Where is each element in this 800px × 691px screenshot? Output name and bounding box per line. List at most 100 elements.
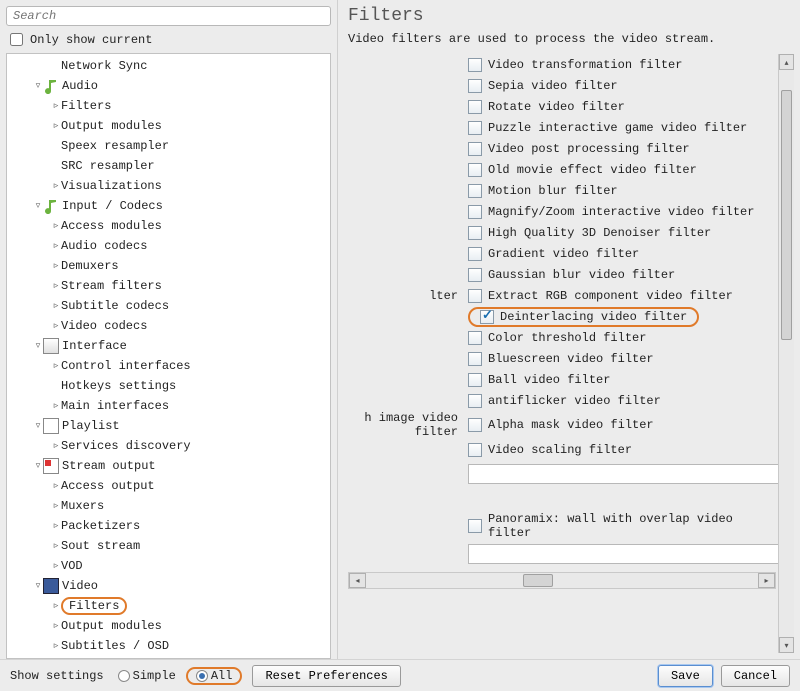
- hscroll-right-icon[interactable]: ▸: [758, 573, 775, 588]
- checkbox-icon[interactable]: [468, 289, 482, 303]
- tree-item-network-sync[interactable]: Network Sync: [7, 56, 330, 76]
- preferences-tree[interactable]: Network Sync▿Audio▹Filters▹Output module…: [6, 53, 331, 659]
- filter-checkbox-magnify-zoom-interactive-video-filter[interactable]: Magnify/Zoom interactive video filter: [468, 205, 754, 219]
- filter-checkbox-old-movie-effect-video-filter[interactable]: Old movie effect video filter: [468, 163, 697, 177]
- radio-simple[interactable]: Simple: [118, 669, 176, 683]
- checkbox-icon[interactable]: [468, 121, 482, 135]
- expander-icon[interactable]: ▿: [33, 76, 43, 96]
- tree-item-visualizations[interactable]: ▹Visualizations: [7, 176, 330, 196]
- tree-item-filters[interactable]: ▹Filters: [7, 596, 330, 616]
- tree-item-main-interfaces[interactable]: ▹Main interfaces: [7, 396, 330, 416]
- tree-item-output-modules[interactable]: ▹Output modules: [7, 116, 330, 136]
- tree-item-packetizers[interactable]: ▹Packetizers: [7, 516, 330, 536]
- checkbox-icon[interactable]: [468, 184, 482, 198]
- tree-item-stream-output[interactable]: ▿Stream output: [7, 456, 330, 476]
- filter-checkbox-gradient-video-filter[interactable]: Gradient video filter: [468, 247, 639, 261]
- tree-item-vod[interactable]: ▹VOD: [7, 556, 330, 576]
- tree-item-muxers[interactable]: ▹Muxers: [7, 496, 330, 516]
- expander-icon[interactable]: ▹: [51, 616, 61, 636]
- expander-icon[interactable]: ▹: [51, 236, 61, 256]
- checkbox-icon[interactable]: [468, 373, 482, 387]
- only-show-current-box[interactable]: [10, 33, 23, 46]
- vertical-scrollbar[interactable]: ▴ ▾: [778, 54, 794, 653]
- search-input[interactable]: [6, 6, 331, 26]
- checkbox-icon[interactable]: [468, 226, 482, 240]
- expander-icon[interactable]: ▹: [51, 476, 61, 496]
- checkbox-icon[interactable]: [468, 142, 482, 156]
- expander-icon[interactable]: ▹: [51, 116, 61, 136]
- hscroll-left-icon[interactable]: ◂: [349, 573, 366, 588]
- tree-item-video[interactable]: ▿Video: [7, 576, 330, 596]
- filter-checkbox-gaussian-blur-video-filter[interactable]: Gaussian blur video filter: [468, 268, 675, 282]
- expander-icon[interactable]: ▹: [51, 636, 61, 656]
- filter-checkbox-color-threshold-filter[interactable]: Color threshold filter: [468, 331, 646, 345]
- vscroll-down-icon[interactable]: ▾: [779, 637, 794, 653]
- radio-all-dot[interactable]: [196, 670, 208, 682]
- panoramix-checkbox[interactable]: Panoramix: wall with overlap video filte…: [468, 512, 776, 540]
- radio-all[interactable]: All: [196, 669, 233, 683]
- tree-item-subtitle-codecs[interactable]: ▹Subtitle codecs: [7, 296, 330, 316]
- expander-icon[interactable]: ▹: [51, 516, 61, 536]
- only-show-current-checkbox[interactable]: Only show current: [6, 30, 331, 49]
- checkbox-icon[interactable]: [468, 247, 482, 261]
- checkbox-icon[interactable]: [468, 352, 482, 366]
- tree-item-filters[interactable]: ▹Filters: [7, 96, 330, 116]
- filter-checkbox-extract-rgb-component-video-filter[interactable]: Extract RGB component video filter: [468, 289, 733, 303]
- checkbox-icon[interactable]: [468, 394, 482, 408]
- expander-icon[interactable]: ▹: [51, 496, 61, 516]
- expander-icon[interactable]: ▹: [51, 296, 61, 316]
- expander-icon[interactable]: ▹: [51, 216, 61, 236]
- tree-item-playlist[interactable]: ▿Playlist: [7, 416, 330, 436]
- filter-checkbox-high-quality-3d-denoiser-filter[interactable]: High Quality 3D Denoiser filter: [468, 226, 711, 240]
- expander-icon[interactable]: ▿: [33, 456, 43, 476]
- expander-icon[interactable]: ▹: [51, 316, 61, 336]
- expander-icon[interactable]: ▿: [33, 196, 43, 216]
- vscroll-thumb[interactable]: [781, 90, 792, 340]
- checkbox-icon[interactable]: [468, 418, 482, 432]
- expander-icon[interactable]: ▹: [51, 556, 61, 576]
- checkbox-icon[interactable]: [468, 58, 482, 72]
- expander-icon[interactable]: ▹: [51, 176, 61, 196]
- expander-icon[interactable]: ▹: [51, 436, 61, 456]
- filter-checkbox-puzzle-interactive-game-video-filter[interactable]: Puzzle interactive game video filter: [468, 121, 747, 135]
- expander-icon[interactable]: ▹: [51, 96, 61, 116]
- filter-checkbox-bluescreen-video-filter[interactable]: Bluescreen video filter: [468, 352, 654, 366]
- checkbox-icon[interactable]: [468, 79, 482, 93]
- tree-item-subtitles-osd[interactable]: ▹Subtitles / OSD: [7, 636, 330, 656]
- panoramix-box[interactable]: [468, 519, 482, 533]
- expander-icon[interactable]: ▹: [51, 536, 61, 556]
- tree-item-hotkeys-settings[interactable]: Hotkeys settings: [7, 376, 330, 396]
- filter-checkbox-video-post-processing-filter[interactable]: Video post processing filter: [468, 142, 690, 156]
- filter-module-input-2[interactable]: [468, 544, 794, 564]
- filter-checkbox-rotate-video-filter[interactable]: Rotate video filter: [468, 100, 625, 114]
- tree-item-input-codecs[interactable]: ▿Input / Codecs: [7, 196, 330, 216]
- checkbox-icon[interactable]: [468, 268, 482, 282]
- tree-item-sout-stream[interactable]: ▹Sout stream: [7, 536, 330, 556]
- cancel-button[interactable]: Cancel: [721, 665, 790, 687]
- tree-item-services-discovery[interactable]: ▹Services discovery: [7, 436, 330, 456]
- expander-icon[interactable]: ▹: [51, 356, 61, 376]
- filter-checkbox-antiflicker-video-filter[interactable]: antiflicker video filter: [468, 394, 661, 408]
- tree-item-video-codecs[interactable]: ▹Video codecs: [7, 316, 330, 336]
- tree-item-stream-filters[interactable]: ▹Stream filters: [7, 276, 330, 296]
- tree-item-audio-codecs[interactable]: ▹Audio codecs: [7, 236, 330, 256]
- hscroll-thumb[interactable]: [523, 574, 553, 587]
- tree-item-access-output[interactable]: ▹Access output: [7, 476, 330, 496]
- filter-checkbox-video-transformation-filter[interactable]: Video transformation filter: [468, 58, 682, 72]
- expander-icon[interactable]: ▿: [33, 336, 43, 356]
- expander-icon[interactable]: ▹: [51, 276, 61, 296]
- vscroll-up-icon[interactable]: ▴: [779, 54, 794, 70]
- filter-checkbox-motion-blur-filter[interactable]: Motion blur filter: [468, 184, 618, 198]
- tree-item-interface[interactable]: ▿Interface: [7, 336, 330, 356]
- checkbox-icon[interactable]: [468, 205, 482, 219]
- tree-item-audio[interactable]: ▿Audio: [7, 76, 330, 96]
- expander-icon[interactable]: ▹: [51, 256, 61, 276]
- tree-item-speex-resampler[interactable]: Speex resampler: [7, 136, 330, 156]
- filter-module-input-1[interactable]: [468, 464, 794, 484]
- expander-icon[interactable]: ▿: [33, 576, 43, 596]
- reset-preferences-button[interactable]: Reset Preferences: [252, 665, 400, 687]
- expander-icon[interactable]: ▹: [51, 396, 61, 416]
- filter-checkbox-deinterlacing-video-filter[interactable]: Deinterlacing video filter: [468, 307, 699, 327]
- filter-checkbox-sepia-video-filter[interactable]: Sepia video filter: [468, 79, 618, 93]
- tree-item-output-modules[interactable]: ▹Output modules: [7, 616, 330, 636]
